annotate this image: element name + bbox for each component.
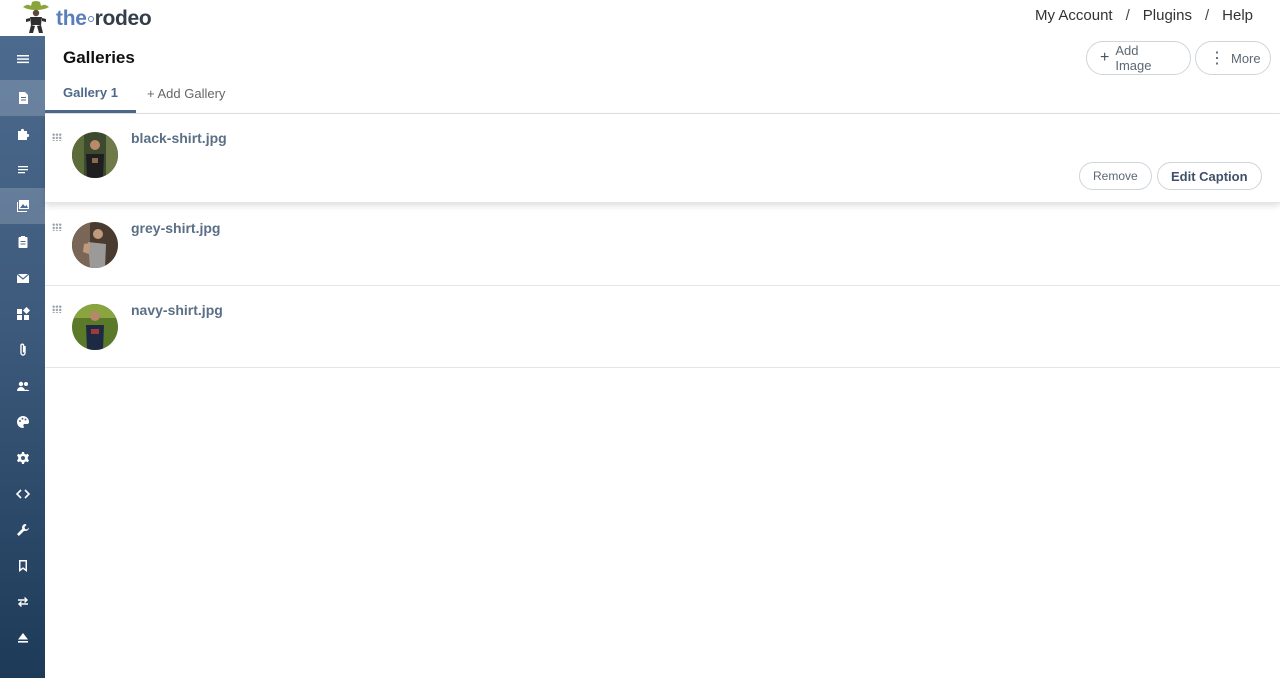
drag-handle-icon[interactable] (52, 223, 62, 231)
sidebar-item-widgets[interactable] (0, 296, 45, 332)
sidebar-item-themes[interactable] (0, 404, 45, 440)
drag-handle-icon[interactable] (52, 133, 62, 141)
gallery-icon (16, 200, 29, 212)
help-link[interactable]: Help (1222, 7, 1253, 24)
lines-icon (17, 166, 28, 174)
logo-text-rodeo: rodeo (94, 7, 152, 30)
nav-separator: / (1204, 7, 1210, 24)
sidebar-item-email[interactable] (0, 260, 45, 296)
my-account-link[interactable]: My Account (1035, 7, 1113, 24)
transfer-icon (17, 597, 28, 607)
drag-handle-icon[interactable] (52, 305, 62, 313)
gallery-tabs: Gallery 1 + Add Gallery (45, 74, 1280, 114)
sidebar-item-posts[interactable] (0, 152, 45, 188)
nav-separator: / (1125, 7, 1130, 24)
add-gallery-tab[interactable]: + Add Gallery (147, 74, 225, 113)
eject-icon (17, 633, 28, 643)
more-label: More (1231, 50, 1261, 66)
image-filename[interactable]: black-shirt.jpg (131, 130, 227, 146)
list-item[interactable]: navy-shirt.jpg (45, 286, 1280, 368)
remove-button[interactable]: Remove (1079, 162, 1152, 190)
paperclip-icon (19, 343, 26, 356)
mail-icon (16, 273, 29, 283)
sidebar-item-code[interactable] (0, 476, 45, 512)
sidebar (0, 36, 45, 678)
clipboard-icon (18, 236, 27, 248)
sidebar-item-forms[interactable] (0, 224, 45, 260)
tab-gallery-1[interactable]: Gallery 1 (45, 74, 136, 113)
widgets-icon (16, 307, 30, 320)
sidebar-item-galleries[interactable] (0, 188, 45, 224)
sidebar-item-pages[interactable] (0, 80, 45, 116)
sidebar-item-tools[interactable] (0, 512, 45, 548)
kebab-icon: ⋮ (1209, 50, 1225, 67)
logo[interactable]: the rodeo (18, 0, 152, 34)
image-thumbnail (72, 222, 118, 268)
sidebar-item-eject[interactable] (0, 620, 45, 656)
image-thumbnail (72, 304, 118, 350)
menu-icon (16, 55, 29, 64)
list-item[interactable]: black-shirt.jpg Remove Edit Caption (45, 114, 1280, 203)
add-image-label: Add Image (1115, 43, 1152, 73)
more-button[interactable]: ⋮ More (1195, 41, 1271, 75)
wrench-icon (16, 524, 29, 536)
bookmark-icon (18, 560, 27, 572)
edit-caption-button[interactable]: Edit Caption (1157, 162, 1262, 190)
sidebar-item-bookmarks[interactable] (0, 548, 45, 584)
top-nav: My Account / Plugins / Help (1035, 7, 1253, 24)
document-icon (18, 92, 28, 104)
sidebar-menu-toggle[interactable] (0, 41, 45, 77)
top-bar: the rodeo My Account / Plugins / Help (0, 0, 1280, 36)
gear-icon (16, 452, 29, 464)
code-icon (15, 489, 30, 499)
image-filename[interactable]: grey-shirt.jpg (131, 220, 220, 236)
logo-text-the: the (56, 7, 87, 30)
image-thumbnail (72, 132, 118, 178)
plus-icon: + (1100, 49, 1110, 66)
sidebar-item-transfer[interactable] (0, 584, 45, 620)
plugins-link[interactable]: Plugins (1143, 7, 1192, 24)
palette-icon (16, 416, 29, 428)
list-item[interactable]: grey-shirt.jpg (45, 204, 1280, 286)
page-title: Galleries (63, 48, 135, 67)
add-image-button[interactable]: + Add Image (1086, 41, 1191, 75)
sidebar-item-settings[interactable] (0, 440, 45, 476)
users-icon (16, 381, 29, 391)
sidebar-item-users[interactable] (0, 368, 45, 404)
cowboy-logo-icon (18, 0, 54, 34)
sidebar-item-files[interactable] (0, 332, 45, 368)
image-filename[interactable]: navy-shirt.jpg (131, 302, 223, 318)
sidebar-item-plugins[interactable] (0, 116, 45, 152)
puzzle-icon (17, 128, 29, 140)
